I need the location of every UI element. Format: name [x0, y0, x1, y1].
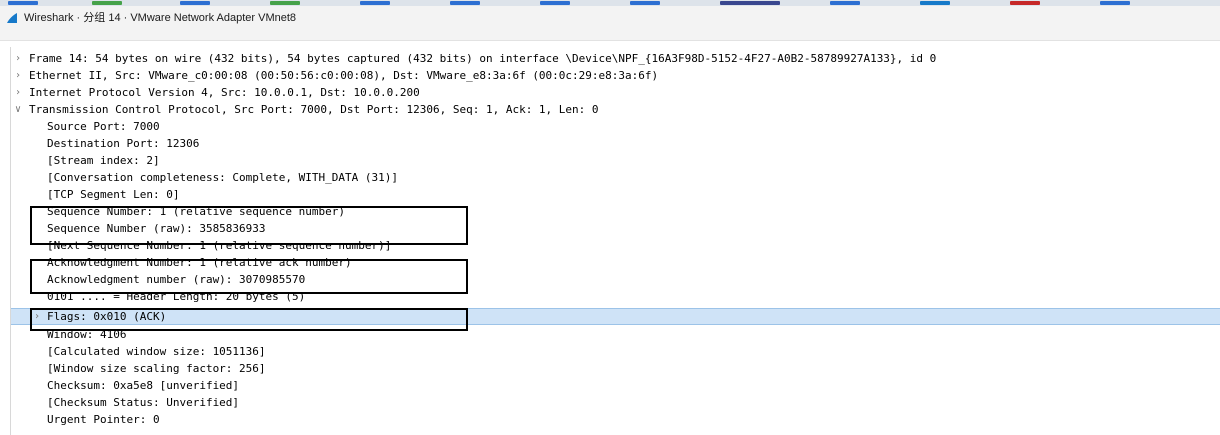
annotation-box-acknowledgment [30, 259, 468, 294]
tree-item-label: Urgent Pointer: 0 [47, 413, 160, 426]
tree-item-label: [Stream index: 2] [47, 154, 160, 167]
taskbar-app-icon [270, 1, 300, 5]
tree-item-label: Internet Protocol Version 4, Src: 10.0.0… [29, 86, 420, 99]
tree-item-stream-index[interactable]: [Stream index: 2] [11, 152, 1220, 169]
window-title: Wireshark · 分组 14 · VMware Network Adapt… [24, 12, 297, 24]
taskbar-app-icon [450, 1, 480, 5]
chevron-right-icon[interactable]: › [15, 67, 23, 84]
taskbar-app-icon [1100, 1, 1130, 5]
annotation-box-flags [30, 308, 468, 331]
tree-item-checksum-status[interactable]: [Checksum Status: Unverified] [11, 394, 1220, 411]
chevron-right-icon[interactable]: › [15, 84, 23, 101]
tree-item-ip[interactable]: › Internet Protocol Version 4, Src: 10.0… [11, 84, 1220, 101]
tree-item-label: Transmission Control Protocol, Src Port:… [29, 103, 599, 116]
tree-item-dst-port[interactable]: Destination Port: 12306 [11, 135, 1220, 152]
chevron-right-icon[interactable]: › [15, 50, 23, 67]
tree-item-window-scaling[interactable]: [Window size scaling factor: 256] [11, 360, 1220, 377]
tree-item-conv-completeness[interactable]: [Conversation completeness: Complete, WI… [11, 169, 1220, 186]
wireshark-fin-icon [7, 13, 17, 23]
tree-item-calc-window[interactable]: [Calculated window size: 1051136] [11, 343, 1220, 360]
taskbar-app-icon [1010, 1, 1040, 5]
tree-item-label: [Checksum Status: Unverified] [47, 396, 240, 409]
tree-item-segment-len[interactable]: [TCP Segment Len: 0] [11, 186, 1220, 203]
taskbar-app-icon [180, 1, 210, 5]
tree-item-src-port[interactable]: Source Port: 7000 [11, 118, 1220, 135]
tree-item-label: Ethernet II, Src: VMware_c0:00:08 (00:50… [29, 69, 659, 82]
taskbar-app-icon [92, 1, 122, 5]
tree-item-label: [Conversation completeness: Complete, WI… [47, 171, 398, 184]
tree-item-label: [TCP Segment Len: 0] [47, 188, 180, 201]
tree-item-label: [Calculated window size: 1051136] [47, 345, 266, 358]
taskbar-app-icon [360, 1, 390, 5]
taskbar-app-icon [8, 1, 38, 5]
taskbar-app-icon [920, 1, 950, 5]
window-titlebar[interactable]: Wireshark · 分组 14 · VMware Network Adapt… [0, 6, 1220, 41]
chevron-down-icon[interactable]: ∨ [15, 101, 23, 118]
taskbar-app-icon [630, 1, 660, 5]
tree-item-label: Frame 14: 54 bytes on wire (432 bits), 5… [29, 52, 937, 65]
taskbar-app-icon [830, 1, 860, 5]
tree-item-ethernet[interactable]: › Ethernet II, Src: VMware_c0:00:08 (00:… [11, 67, 1220, 84]
tree-item-frame[interactable]: › Frame 14: 54 bytes on wire (432 bits),… [11, 50, 1220, 67]
tree-item-tcp[interactable]: ∨ Transmission Control Protocol, Src Por… [11, 101, 1220, 118]
tree-item-label: Checksum: 0xa5e8 [unverified] [47, 379, 240, 392]
taskbar-app-icon [540, 1, 570, 5]
tree-item-checksum[interactable]: Checksum: 0xa5e8 [unverified] [11, 377, 1220, 394]
taskbar-app-icon [720, 1, 780, 5]
annotation-box-sequence [30, 206, 468, 245]
tree-item-label: [Window size scaling factor: 256] [47, 362, 266, 375]
tree-item-label: Destination Port: 12306 [47, 137, 200, 150]
tree-item-label: Source Port: 7000 [47, 120, 160, 133]
tree-item-urgent-pointer[interactable]: Urgent Pointer: 0 [11, 411, 1220, 428]
